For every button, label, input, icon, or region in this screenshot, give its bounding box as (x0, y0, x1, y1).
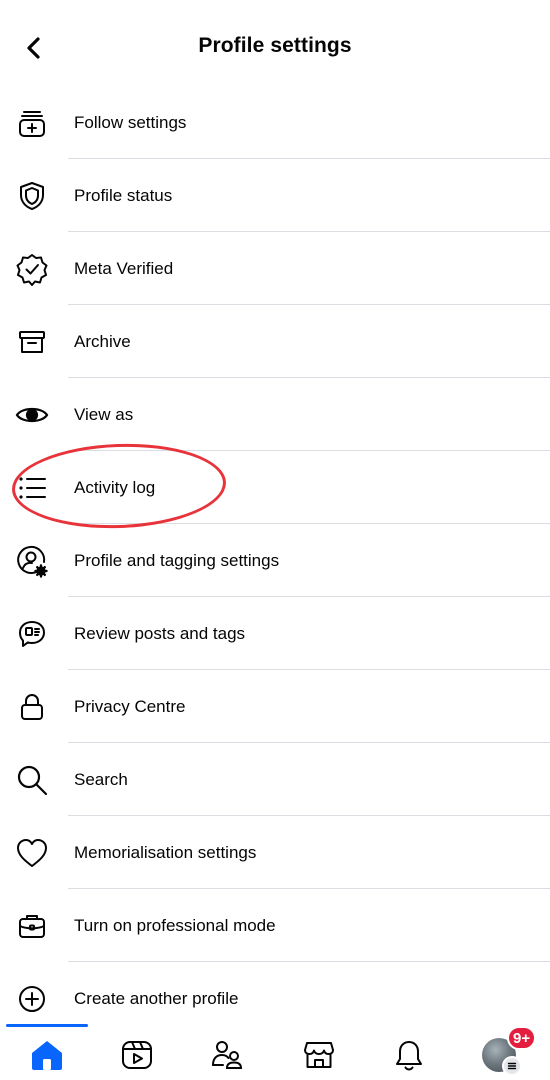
menu-item-professional-mode[interactable]: Turn on professional mode (0, 889, 550, 962)
settings-list: Follow settings Profile status Meta Veri… (0, 86, 550, 1035)
menu-item-view-as[interactable]: View as (0, 378, 550, 451)
list-icon (14, 470, 50, 506)
menu-item-label: Create another profile (74, 988, 239, 1008)
menu-item-search[interactable]: Search (0, 743, 550, 816)
menu-item-profile-status[interactable]: Profile status (0, 159, 550, 232)
shield-icon (14, 178, 50, 214)
menu-item-meta-verified[interactable]: Meta Verified (0, 232, 550, 305)
menu-item-label: Profile status (74, 185, 173, 205)
menu-item-label: Archive (74, 331, 131, 351)
briefcase-icon (14, 908, 50, 944)
menu-lines-icon (502, 1056, 522, 1076)
active-tab-indicator (6, 1024, 88, 1027)
menu-item-archive[interactable]: Archive (0, 305, 550, 378)
friends-icon (212, 1041, 243, 1069)
menu-item-follow-settings[interactable]: Follow settings (0, 86, 550, 159)
bottom-tab-bar: 9+ (0, 1024, 550, 1080)
heart-icon (14, 835, 50, 871)
marketplace-icon (304, 1042, 334, 1068)
follow-settings-icon (14, 105, 50, 141)
menu-item-profile-tagging-settings[interactable]: Profile and tagging settings (0, 524, 550, 597)
menu-item-label: Profile and tagging settings (74, 550, 280, 570)
lock-icon (14, 689, 50, 725)
plus-circle-icon (14, 981, 50, 1017)
tab-marketplace[interactable] (294, 1030, 344, 1080)
bell-icon (396, 1041, 422, 1071)
tab-video[interactable] (112, 1030, 162, 1080)
menu-item-review-posts-tags[interactable]: Review posts and tags (0, 597, 550, 670)
notification-count-badge: 9+ (507, 1026, 537, 1050)
menu-item-label: Memorialisation settings (74, 842, 257, 862)
menu-item-label: Search (74, 769, 128, 789)
search-icon (14, 762, 50, 798)
eye-icon (14, 397, 50, 433)
message-review-icon (14, 616, 50, 652)
home-icon (32, 1041, 62, 1070)
menu-item-activity-log[interactable]: Activity log (0, 451, 550, 524)
menu-item-label: Privacy Centre (74, 696, 186, 716)
menu-item-label: Activity log (74, 477, 156, 497)
menu-item-label: Turn on professional mode (74, 915, 276, 935)
menu-item-label: Meta Verified (74, 258, 174, 278)
menu-item-privacy-centre[interactable]: Privacy Centre (0, 670, 550, 743)
archive-box-icon (14, 324, 50, 360)
tab-notifications[interactable] (384, 1030, 434, 1080)
video-icon (122, 1041, 152, 1069)
verified-badge-icon (14, 251, 50, 287)
menu-item-label: View as (74, 404, 134, 424)
user-gear-icon (14, 543, 50, 579)
menu-item-label: Follow settings (74, 112, 187, 132)
tab-home[interactable] (22, 1030, 72, 1080)
tab-friends[interactable] (202, 1030, 252, 1080)
menu-item-label: Review posts and tags (74, 623, 246, 643)
page-title: Profile settings (198, 34, 352, 57)
menu-item-memorialisation-settings[interactable]: Memorialisation settings (0, 816, 550, 889)
header: Profile settings (0, 0, 550, 96)
